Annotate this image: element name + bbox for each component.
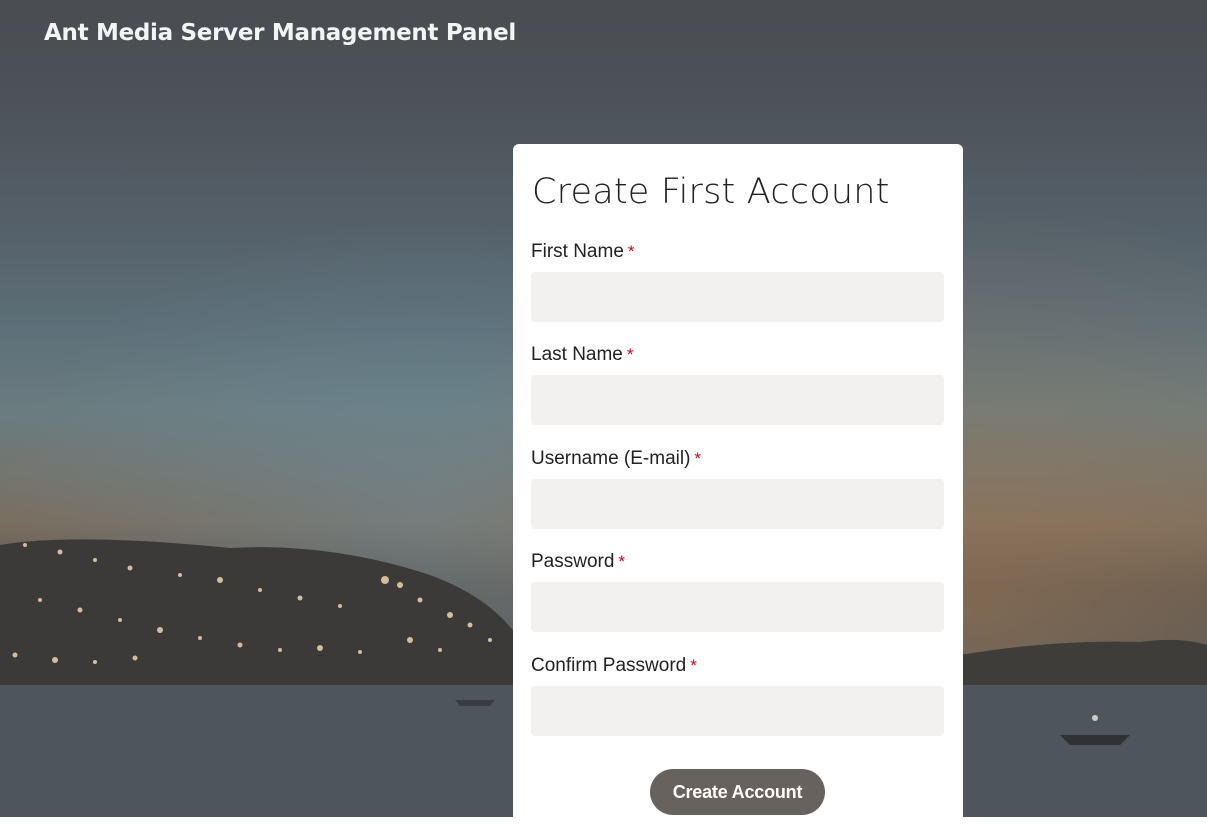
password-field: Password *	[531, 550, 944, 632]
username-label-text: Username (E-mail)	[531, 448, 691, 469]
confirm-password-field: Confirm Password *	[531, 654, 944, 736]
first-name-label-text: First Name	[531, 241, 624, 262]
required-marker: *	[618, 552, 626, 571]
confirm-password-label: Confirm Password *	[531, 654, 944, 678]
create-account-button[interactable]: Create Account	[650, 769, 825, 815]
confirm-password-label-text: Confirm Password	[531, 655, 687, 676]
first-name-field: First Name *	[531, 240, 944, 322]
password-label-text: Password	[531, 551, 615, 572]
last-name-label: Last Name *	[531, 343, 944, 367]
required-marker: *	[690, 656, 697, 675]
app-title: Ant Media Server Management Panel	[44, 20, 517, 46]
first-name-input[interactable]	[531, 272, 944, 322]
username-label: Username (E-mail) *	[531, 447, 944, 471]
password-input[interactable]	[531, 582, 944, 632]
required-marker: *	[626, 345, 634, 364]
required-marker: *	[627, 242, 635, 261]
last-name-input[interactable]	[531, 375, 944, 425]
required-marker: *	[694, 449, 702, 468]
last-name-label-text: Last Name	[531, 344, 623, 365]
username-email-input[interactable]	[531, 479, 944, 529]
create-account-card: Create First Account First Name * Last Na…	[513, 144, 963, 834]
confirm-password-input[interactable]	[531, 686, 944, 736]
username-field: Username (E-mail) *	[531, 447, 944, 529]
form-title: Create First Account	[532, 172, 890, 212]
last-name-field: Last Name *	[531, 343, 944, 425]
password-label: Password *	[531, 550, 944, 574]
first-name-label: First Name *	[531, 240, 944, 264]
